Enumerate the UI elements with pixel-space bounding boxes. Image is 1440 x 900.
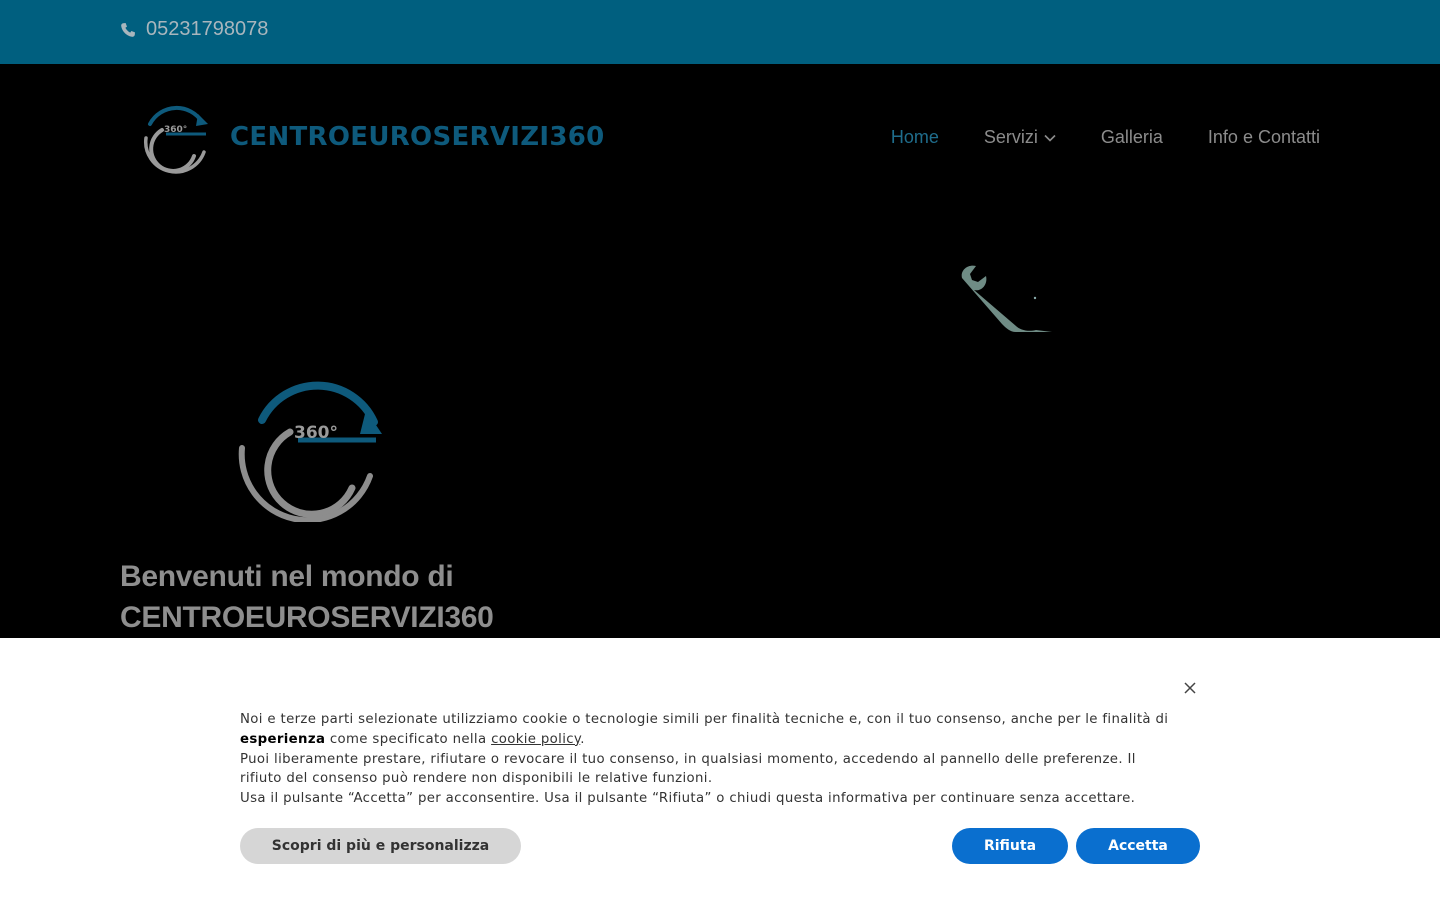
site-header: 360° CENTROEUROSERVIZI360 Home Servizi G…	[0, 64, 1440, 214]
nav-item-galleria[interactable]: Galleria	[1101, 127, 1163, 148]
site-logo[interactable]: 360° CENTROEUROSERVIZI360	[136, 100, 605, 174]
hero-title-line2: CENTROEUROSERVIZI360	[120, 601, 494, 634]
phone-link[interactable]: 05231798078	[120, 18, 268, 41]
nav-item-servizi-label: Servizi	[983, 127, 1038, 147]
cookie-p3: Usa il pulsante “Accetta” per acconsenti…	[240, 791, 1136, 807]
cookie-p1-b: come specificato nella	[329, 731, 487, 747]
cookie-text: Noi e terze parti selezionate utilizziam…	[240, 710, 1180, 809]
logo-mark-icon: 360°	[143, 105, 208, 174]
close-icon[interactable]	[1180, 678, 1200, 698]
phone-icon	[121, 22, 135, 37]
hero-logo-mark: 360°	[238, 381, 382, 522]
cookie-policy-link[interactable]: cookie policy	[491, 732, 580, 747]
customize-button[interactable]: Scopri di più e personalizza	[240, 828, 521, 864]
cookie-banner: Noi e terze parti selezionate utilizziam…	[0, 638, 1440, 900]
wrench-icon	[961, 265, 1052, 332]
nav-item-info-contatti[interactable]: Info e Contatti	[1208, 127, 1320, 148]
reject-button[interactable]: Rifiuta	[952, 828, 1068, 864]
cookie-p2: Puoi liberamente prestare, rifiutare o r…	[240, 751, 1136, 787]
nav-item-servizi[interactable]: Servizi	[984, 127, 1056, 148]
hero-logo-mark-text: 360°	[294, 423, 338, 443]
cookie-p1-a: Noi e terze parti selezionate utilizziam…	[240, 712, 1169, 727]
hero-title: Benvenuti nel mondo di CENTROEUROSERVIZI…	[120, 556, 494, 638]
nav-item-home[interactable]: Home	[891, 127, 939, 148]
chevron-down-icon	[1044, 134, 1056, 142]
hero-title-line1: Benvenuti nel mondo di	[120, 560, 454, 593]
accept-button[interactable]: Accetta	[1076, 828, 1200, 864]
logo-mark-text: 360°	[164, 125, 187, 135]
cookie-p1-end: .	[580, 731, 585, 747]
phone-number: 05231798078	[146, 18, 269, 40]
main-nav: Home Servizi Galleria Info e Contatti	[891, 127, 1320, 148]
cookie-p1-bold: esperienza	[240, 731, 326, 747]
brand-name: CENTROEUROSERVIZI360	[230, 122, 605, 152]
top-bar: 05231798078	[0, 0, 1440, 64]
